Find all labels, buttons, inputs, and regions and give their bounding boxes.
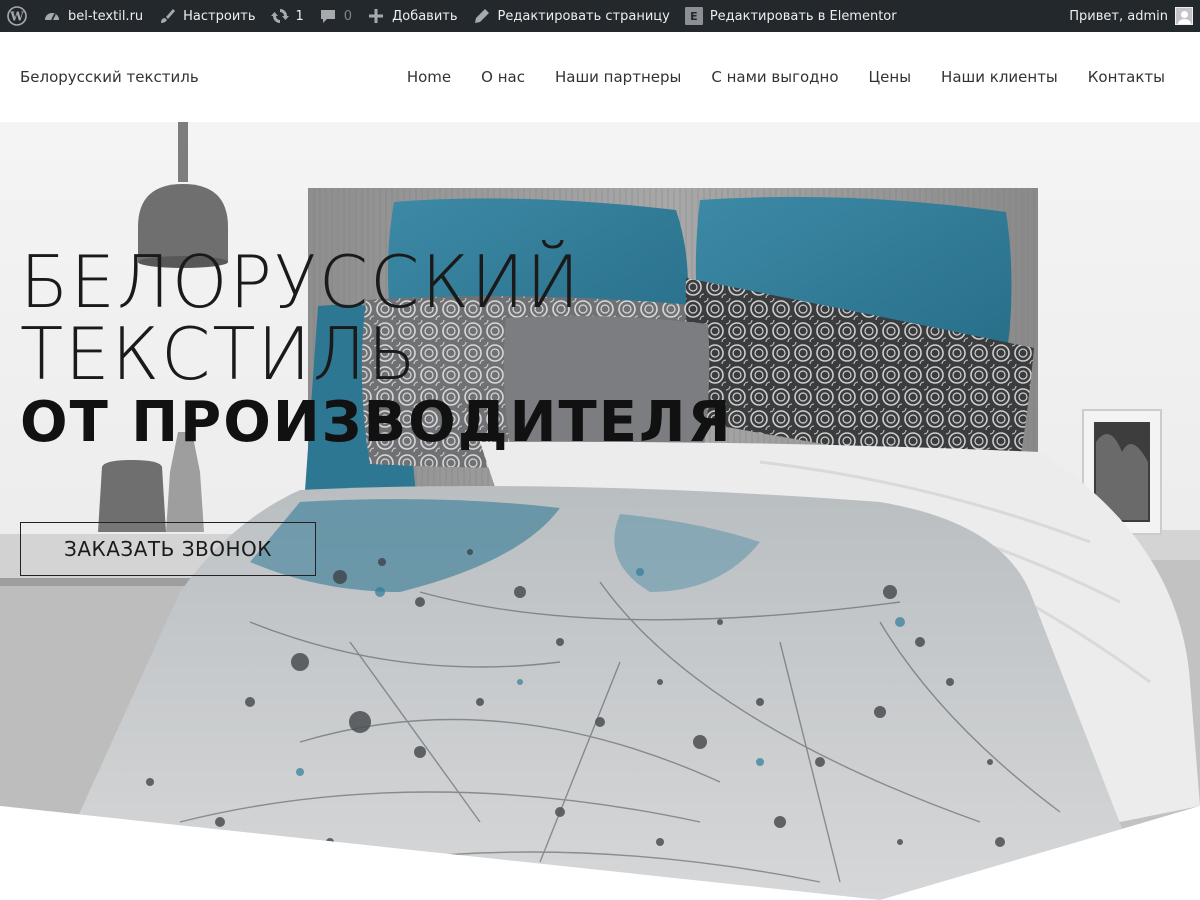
edit-page-link[interactable]: Редактировать страницу xyxy=(465,0,677,32)
wordpress-logo-button[interactable]: W xyxy=(0,0,35,32)
nav-item-about[interactable]: О нас xyxy=(466,68,540,86)
edit-elementor-label: Редактировать в Elementor xyxy=(709,8,897,24)
elementor-icon: E xyxy=(684,6,704,26)
hero-headline-line2: ТЕКСТИЛЬ xyxy=(20,312,419,396)
updates-icon xyxy=(270,6,290,26)
wp-admin-bar: W bel-textil.ru Настроить 1 0 Добавить Р… xyxy=(0,0,1200,32)
pencil-icon xyxy=(472,6,492,26)
site-name-link[interactable]: bel-textil.ru xyxy=(35,0,150,32)
edit-with-elementor-link[interactable]: E Редактировать в Elementor xyxy=(677,0,904,32)
hero-headline-line1: БЕЛОРУССКИЙ xyxy=(20,240,582,324)
customize-label: Настроить xyxy=(183,8,256,24)
nav-item-prices[interactable]: Цены xyxy=(854,68,927,86)
customize-link[interactable]: Настроить xyxy=(150,0,262,32)
avatar xyxy=(1175,7,1193,25)
updates-count: 1 xyxy=(295,8,304,24)
site-header: Белорусский текстиль Home О нас Наши пар… xyxy=(0,32,1200,122)
nav-item-clients[interactable]: Наши клиенты xyxy=(926,68,1073,86)
hero-bedroom-image xyxy=(0,122,1200,900)
greeting-label: Привет, admin xyxy=(1069,8,1168,24)
nav-item-contacts[interactable]: Контакты xyxy=(1073,68,1200,86)
my-account-link[interactable]: Привет, admin xyxy=(1062,0,1200,32)
elementor-icon-letter: E xyxy=(684,7,703,25)
add-new-link[interactable]: Добавить xyxy=(359,0,464,32)
comment-bubble-icon xyxy=(318,6,338,26)
paintbrush-icon xyxy=(157,6,177,26)
site-name-label: bel-textil.ru xyxy=(68,8,144,24)
nav-item-home[interactable]: Home xyxy=(392,68,466,86)
nav-item-benefits[interactable]: С нами выгодно xyxy=(696,68,853,86)
plus-icon xyxy=(366,6,386,26)
order-call-button[interactable]: ЗАКАЗАТЬ ЗВОНОК xyxy=(20,522,316,576)
nav-item-partners[interactable]: Наши партнеры xyxy=(540,68,696,86)
hero-section: БЕЛОРУССКИЙ ТЕКСТИЛЬ ОТ ПРОИЗВОДИТЕЛЯ ЗА… xyxy=(0,122,1200,900)
comments-count: 0 xyxy=(343,8,353,24)
main-navigation: Home О нас Наши партнеры С нами выгодно … xyxy=(392,32,1200,122)
updates-link[interactable]: 1 xyxy=(263,0,311,32)
dashboard-icon xyxy=(42,6,62,26)
svg-text:W: W xyxy=(9,10,24,24)
wordpress-logo-icon: W xyxy=(7,6,27,26)
hero-headline-bold: ОТ ПРОИЗВОДИТЕЛЯ xyxy=(20,390,733,455)
add-new-label: Добавить xyxy=(392,8,458,24)
edit-page-label: Редактировать страницу xyxy=(497,8,670,24)
site-title[interactable]: Белорусский текстиль xyxy=(20,68,199,86)
comments-link[interactable]: 0 xyxy=(311,0,359,32)
